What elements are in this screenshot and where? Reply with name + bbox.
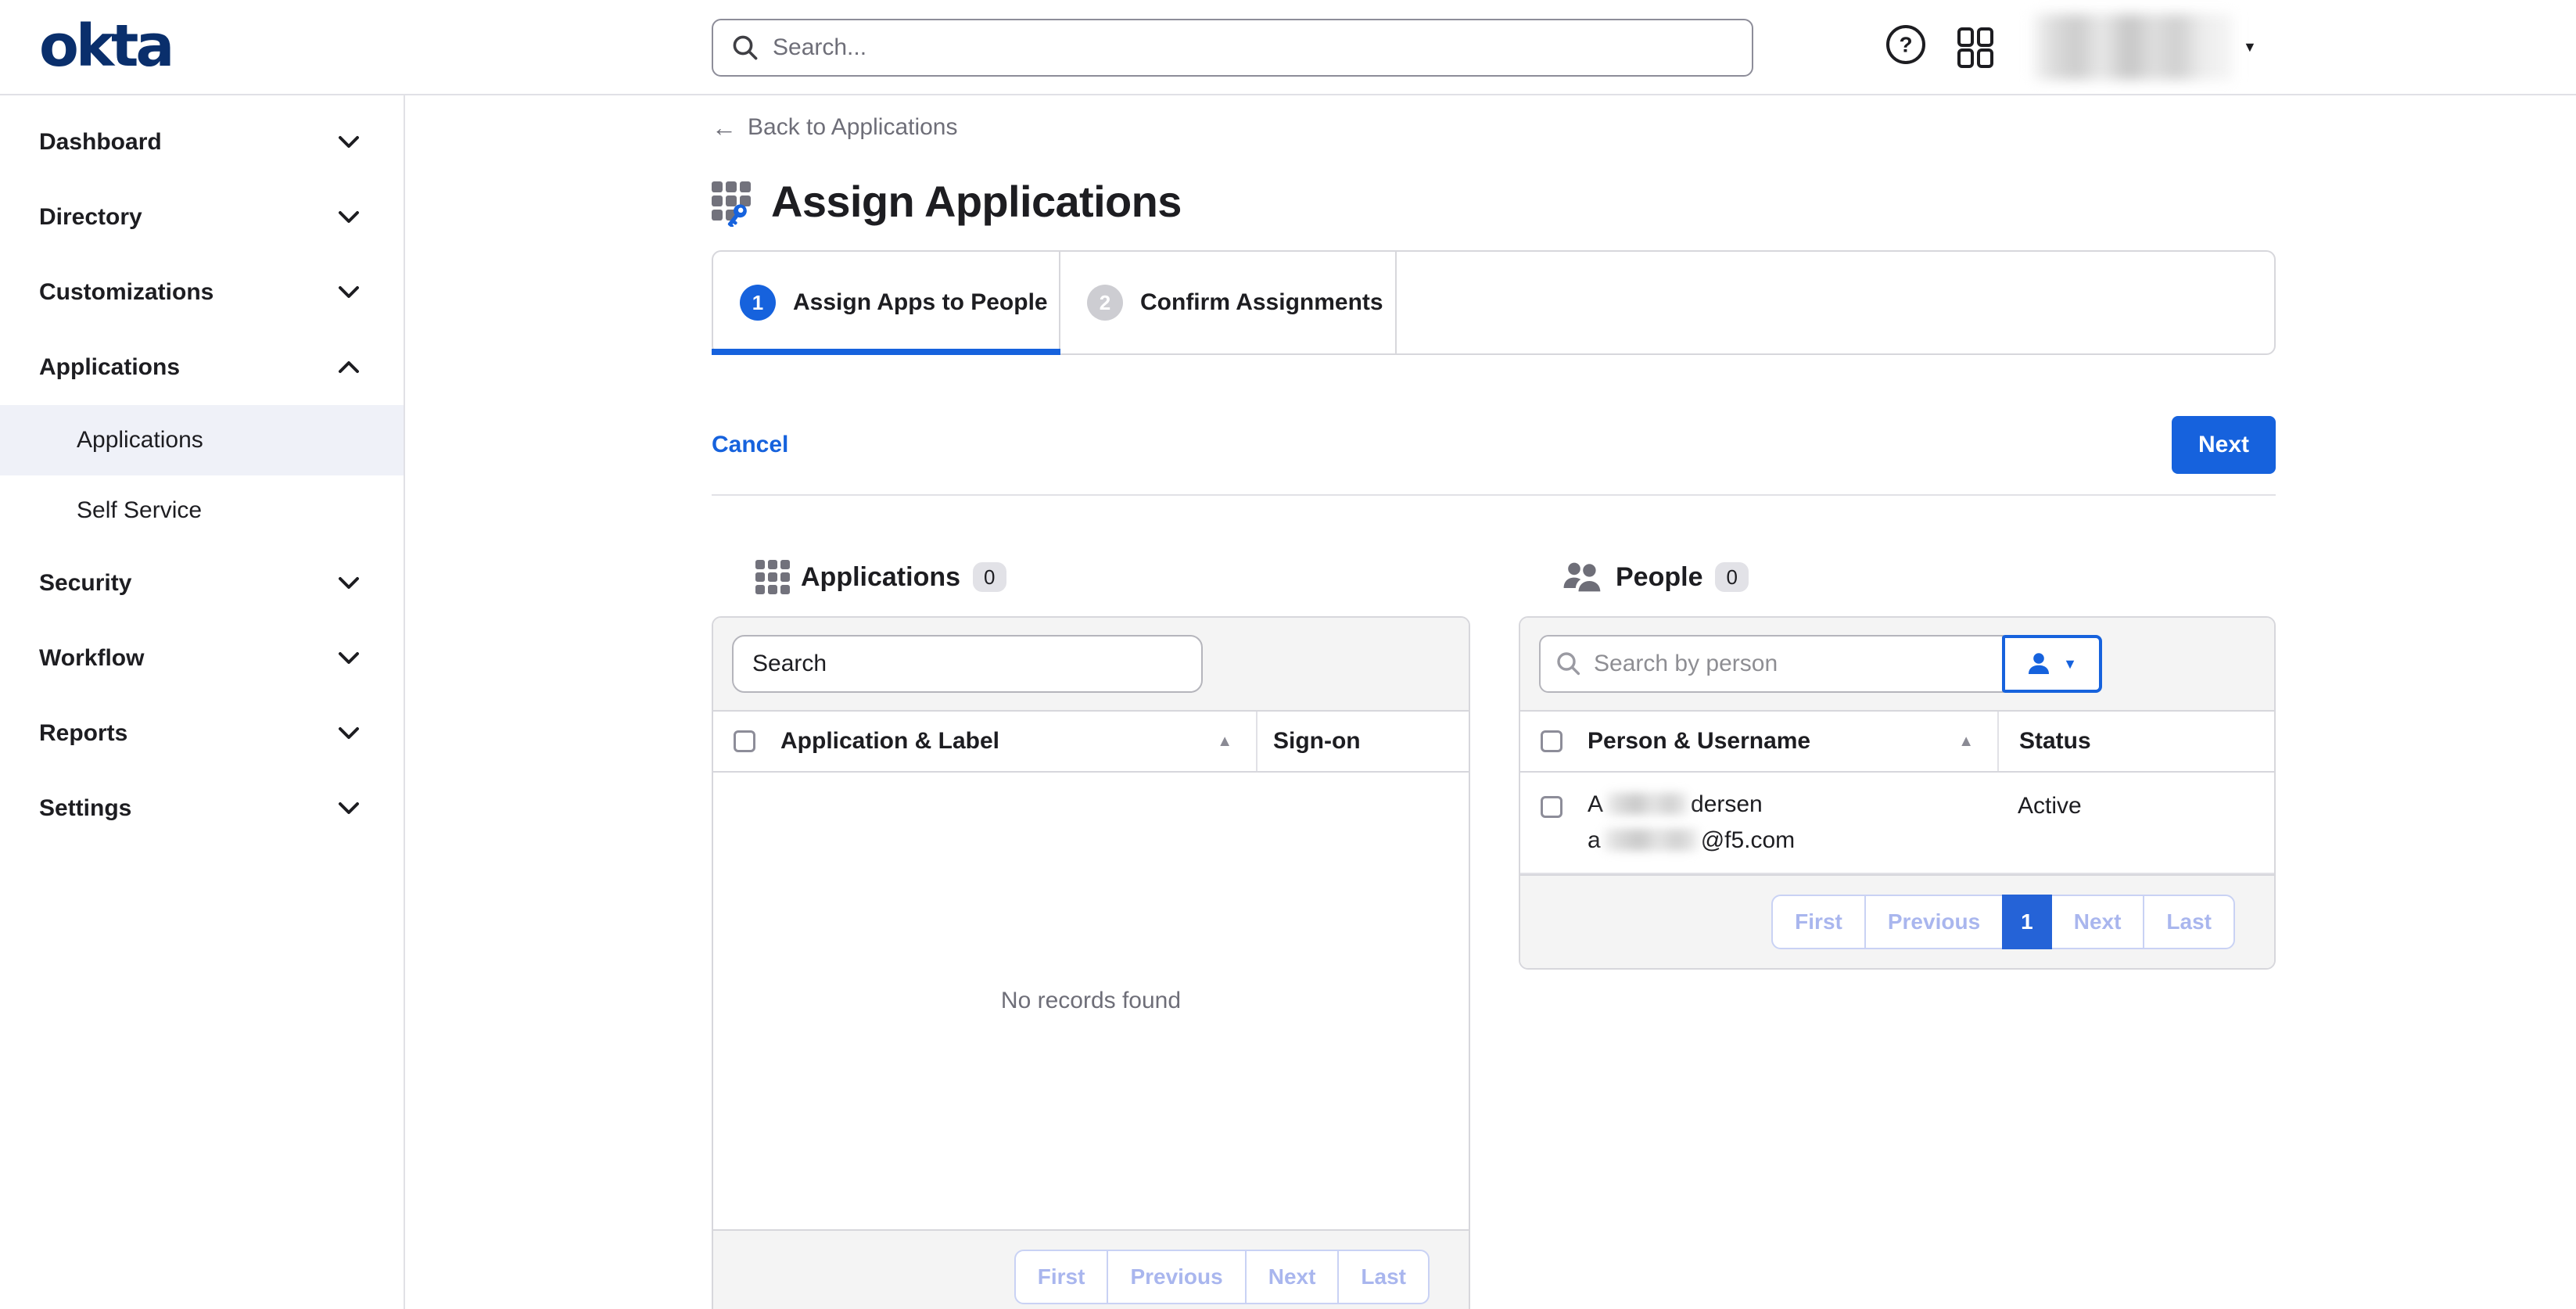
- column-status[interactable]: Status: [2019, 728, 2091, 755]
- help-icon[interactable]: ?: [1885, 23, 1927, 66]
- person-icon: [2027, 652, 2050, 676]
- apps-grid-icon[interactable]: [1957, 27, 1994, 69]
- select-all-people-checkbox[interactable]: [1541, 730, 1562, 752]
- assign-applications-icon: [712, 181, 754, 227]
- column-application-label[interactable]: Application & Label: [780, 728, 999, 755]
- applications-toolbar: [713, 618, 1469, 712]
- chevron-down-icon: [338, 285, 360, 299]
- people-search-input[interactable]: [1594, 651, 1986, 677]
- people-pagination-bar: First Previous 1 Next Last: [1520, 874, 2274, 968]
- applications-pagination-bar: First Previous Next Last: [713, 1229, 1469, 1309]
- person-username: a@f5.com: [1588, 827, 1997, 854]
- main-content: ← Back to Applications: [405, 95, 2576, 1309]
- global-search[interactable]: [712, 19, 1753, 77]
- okta-admin-console: okta ? ▼ Dashboard Directory: [0, 0, 2576, 1309]
- select-all-applications-checkbox[interactable]: [734, 730, 755, 752]
- applications-search-input[interactable]: [732, 635, 1203, 693]
- topbar: okta ? ▼: [0, 0, 2576, 95]
- applications-table-header: Application & Label ▲ Sign-on: [713, 712, 1469, 773]
- pagination-last-button[interactable]: Last: [1337, 1250, 1430, 1304]
- applications-section-title: Applications: [801, 562, 960, 593]
- sidebar-subitem-self-service[interactable]: Self Service: [0, 475, 404, 546]
- people-count-badge: 0: [1715, 562, 1748, 592]
- pagination-last-button[interactable]: Last: [2143, 895, 2235, 949]
- redacted-name-segment: [1606, 793, 1688, 815]
- chevron-down-icon: ▼: [2063, 656, 2077, 672]
- svg-text:?: ?: [1899, 32, 1912, 56]
- chevron-down-icon: [338, 802, 360, 816]
- user-name-redacted: [2033, 14, 2233, 80]
- chevron-down-icon: [338, 135, 360, 149]
- applications-section-header: Applications 0: [755, 558, 1470, 596]
- search-icon: [1556, 651, 1581, 676]
- step-1-badge: 1: [740, 285, 776, 321]
- people-toolbar: ▼: [1520, 618, 2274, 712]
- divider: [712, 494, 2276, 496]
- back-arrow-icon: ←: [712, 115, 737, 140]
- applications-empty-state: No records found: [713, 773, 1469, 1229]
- cancel-button[interactable]: Cancel: [712, 432, 788, 458]
- redacted-username-segment: [1604, 829, 1698, 851]
- applications-grid-icon: [755, 560, 790, 594]
- people-search[interactable]: [1539, 635, 2004, 693]
- pagination-page-1-button[interactable]: 1: [2002, 895, 2052, 949]
- pagination-next-button[interactable]: Next: [2050, 895, 2145, 949]
- applications-count-badge: 0: [973, 562, 1006, 592]
- step-confirm-assignments[interactable]: 2 Confirm Assignments: [1060, 252, 1397, 353]
- step-assign-apps-to-people[interactable]: 1 Assign Apps to People: [713, 252, 1060, 353]
- page-title-row: Assign Applications: [712, 175, 2276, 227]
- people-section: People 0: [1519, 558, 2276, 1309]
- people-section-header: People 0: [1562, 558, 2276, 596]
- chevron-up-icon: [338, 360, 360, 375]
- chevron-down-icon: [338, 210, 360, 224]
- people-section-title: People: [1616, 562, 1702, 593]
- sort-asc-icon[interactable]: ▲: [1217, 733, 1232, 751]
- page-title: Assign Applications: [771, 176, 1182, 227]
- pagination-first-button[interactable]: First: [1771, 895, 1866, 949]
- people-table-header: Person & Username ▲ Status: [1520, 712, 2274, 773]
- sidebar-item-reports[interactable]: Reports: [0, 696, 404, 771]
- applications-section: Applications 0 Application & Label: [712, 558, 1470, 1309]
- okta-logo[interactable]: okta: [39, 13, 171, 80]
- people-panel: ▼ Person & Username ▲ Status: [1519, 616, 2276, 970]
- applications-panel: Application & Label ▲ Sign-on No records…: [712, 616, 1470, 1309]
- sidebar-subitem-applications[interactable]: Applications: [0, 405, 404, 475]
- user-menu[interactable]: ▼: [2033, 11, 2262, 83]
- sidebar-item-customizations[interactable]: Customizations: [0, 255, 404, 330]
- global-search-input[interactable]: [773, 34, 1733, 61]
- pagination-next-button[interactable]: Next: [1245, 1250, 1340, 1304]
- pagination-first-button[interactable]: First: [1014, 1250, 1109, 1304]
- search-icon: [732, 34, 759, 61]
- back-link[interactable]: ← Back to Applications: [712, 114, 958, 141]
- actions-row: Cancel Next: [712, 416, 2276, 474]
- pagination-previous-button[interactable]: Previous: [1864, 895, 2004, 949]
- sidebar-item-workflow[interactable]: Workflow: [0, 621, 404, 696]
- chevron-down-icon: ▼: [2243, 39, 2257, 56]
- sidebar: Dashboard Directory Customizations Appli…: [0, 95, 405, 1309]
- sidebar-item-applications[interactable]: Applications: [0, 330, 404, 405]
- sort-asc-icon[interactable]: ▲: [1958, 733, 1974, 751]
- next-button[interactable]: Next: [2172, 416, 2276, 474]
- chevron-down-icon: [338, 651, 360, 665]
- pagination-previous-button[interactable]: Previous: [1107, 1250, 1246, 1304]
- people-filter-dropdown[interactable]: ▼: [2002, 635, 2102, 693]
- person-status: Active: [1997, 791, 2274, 854]
- chevron-down-icon: [338, 726, 360, 741]
- chevron-down-icon: [338, 576, 360, 590]
- step-2-badge: 2: [1087, 285, 1123, 321]
- column-person-username[interactable]: Person & Username: [1588, 728, 1810, 755]
- row-checkbox[interactable]: [1541, 796, 1562, 818]
- sidebar-item-directory[interactable]: Directory: [0, 180, 404, 255]
- person-name: Adersen: [1588, 791, 1997, 818]
- wizard-steps: 1 Assign Apps to People 2 Confirm Assign…: [712, 250, 2276, 355]
- people-pager: First Previous 1 Next Last: [1771, 895, 2235, 949]
- empty-message: No records found: [1001, 988, 1181, 1014]
- column-sign-on[interactable]: Sign-on: [1273, 728, 1361, 755]
- sidebar-item-settings[interactable]: Settings: [0, 771, 404, 846]
- applications-pager: First Previous Next Last: [1014, 1250, 1430, 1304]
- sidebar-item-security[interactable]: Security: [0, 546, 404, 621]
- people-table-row[interactable]: Adersen a@f5.com Active: [1520, 773, 2274, 874]
- people-icon: [1562, 561, 1605, 594]
- sidebar-item-dashboard[interactable]: Dashboard: [0, 105, 404, 180]
